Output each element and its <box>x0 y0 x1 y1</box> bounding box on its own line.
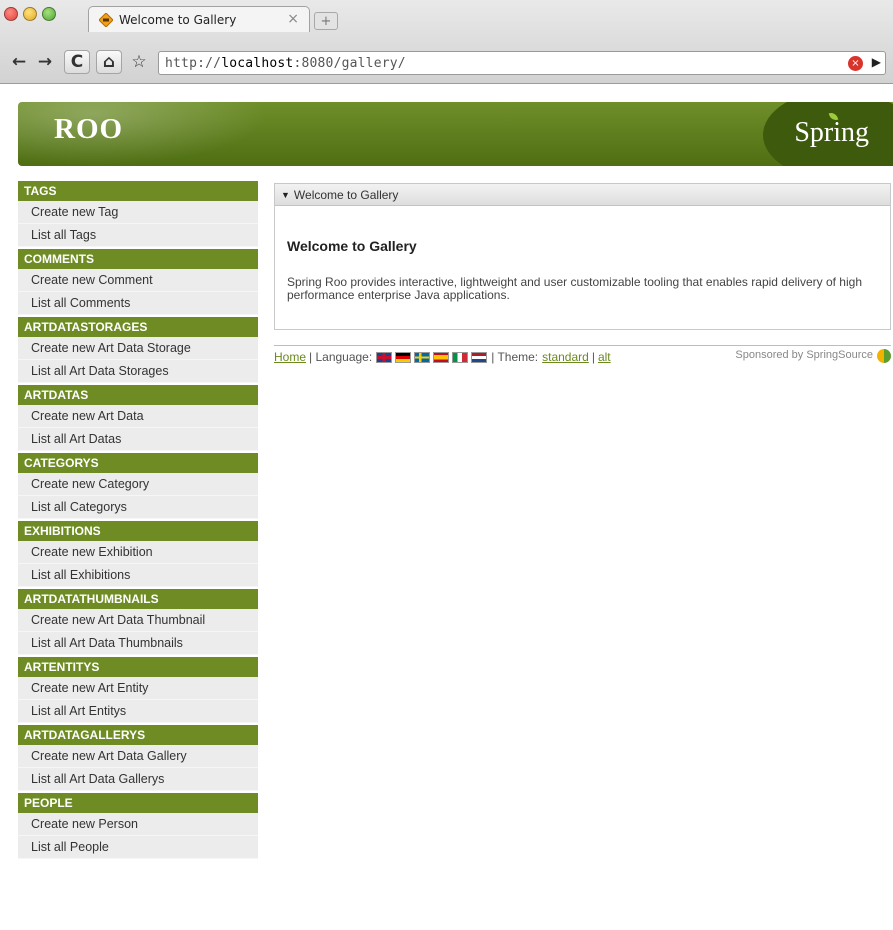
url-path: :8080/gallery/ <box>293 55 406 71</box>
flag-netherlands-icon[interactable] <box>471 351 488 363</box>
footer: Home | Language: | Theme: standard | alt… <box>274 348 891 366</box>
forward-icon[interactable]: → <box>32 50 58 74</box>
sidebar-item-list-all-categorys[interactable]: List all Categorys <box>18 496 258 519</box>
sidebar-item-list-all-art-data-storages[interactable]: List all Art Data Storages <box>18 360 258 383</box>
sidebar-menu: TAGS Create new Tag List all Tags COMMENTS C… <box>18 181 258 859</box>
sidebar-item-create-new-tag[interactable]: Create new Tag <box>18 201 258 224</box>
minimize-window-button[interactable] <box>23 7 37 21</box>
url-text: http://localhost:8080/gallery/ <box>165 56 406 71</box>
springsource-icon <box>877 349 891 363</box>
flag-germany-icon[interactable] <box>395 351 412 363</box>
go-arrow-icon[interactable]: ▶ <box>872 55 881 69</box>
sidebar-item-list-all-tags[interactable]: List all Tags <box>18 224 258 247</box>
address-bar[interactable]: http://localhost:8080/gallery/ × ▶ <box>158 51 886 75</box>
sidebar-item-create-new-category[interactable]: Create new Category <box>18 473 258 496</box>
flag-sweden-icon[interactable] <box>414 351 431 363</box>
site-banner: ROO Spring <box>18 102 893 166</box>
sidebar-section-people: PEOPLE <box>18 793 258 813</box>
browser-chrome: Welcome to Gallery × + ← → C ⌂ ☆ http://… <box>0 0 893 84</box>
sidebar-item-create-new-exhibition[interactable]: Create new Exhibition <box>18 541 258 564</box>
sidebar-item-create-new-art-data-gallery[interactable]: Create new Art Data Gallery <box>18 745 258 768</box>
sidebar-item-create-new-art-data-storage[interactable]: Create new Art Data Storage <box>18 337 258 360</box>
close-window-button[interactable] <box>4 7 18 21</box>
sidebar-item-list-all-comments[interactable]: List all Comments <box>18 292 258 315</box>
theme-label: | Theme: <box>491 350 539 364</box>
sidebar-item-create-new-art-data-thumbnail[interactable]: Create new Art Data Thumbnail <box>18 609 258 632</box>
new-tab-button[interactable]: + <box>314 12 338 30</box>
url-host: localhost <box>221 55 294 71</box>
zoom-window-button[interactable] <box>42 7 56 21</box>
spring-logo: Spring <box>794 117 869 148</box>
sponsor-text: Sponsored by SpringSource <box>735 349 873 361</box>
flag-uk-icon[interactable] <box>376 351 393 363</box>
sidebar-item-list-all-art-entitys[interactable]: List all Art Entitys <box>18 700 258 723</box>
sidebar-section-exhibitions: EXHIBITIONS <box>18 521 258 541</box>
theme-separator: | <box>591 350 595 364</box>
panel-header-label: Welcome to Gallery <box>293 187 399 202</box>
theme-alt-link[interactable]: alt <box>598 350 611 364</box>
sidebar-item-list-all-art-data-gallerys[interactable]: List all Art Data Gallerys <box>18 768 258 791</box>
sidebar-item-create-new-art-data[interactable]: Create new Art Data <box>18 405 258 428</box>
browser-window: Welcome to Gallery × + ← → C ⌂ ☆ http://… <box>0 0 893 930</box>
sidebar-item-list-all-art-datas[interactable]: List all Art Datas <box>18 428 258 451</box>
bookmark-star-icon[interactable]: ☆ <box>126 50 152 74</box>
sidebar-item-list-all-exhibitions[interactable]: List all Exhibitions <box>18 564 258 587</box>
window-controls <box>4 7 56 21</box>
browser-toolbar: ← → C ⌂ ☆ http://localhost:8080/gallery/… <box>0 44 893 80</box>
sidebar-section-comments: COMMENTS <box>18 249 258 269</box>
sidebar-item-list-all-art-data-thumbnails[interactable]: List all Art Data Thumbnails <box>18 632 258 655</box>
language-label: | Language: <box>309 350 373 364</box>
reload-icon[interactable]: C <box>64 50 90 74</box>
sidebar-section-artentitys: ARTENTITYS <box>18 657 258 677</box>
sidebar-section-categorys: CATEGORYS <box>18 453 258 473</box>
welcome-text: Spring Roo provides interactive, lightwe… <box>287 275 862 302</box>
theme-standard-link[interactable]: standard <box>542 350 589 364</box>
url-prefix: http:// <box>165 55 222 71</box>
tab-title: Welcome to Gallery <box>119 12 237 27</box>
sidebar-section-artdatathumbnails: ARTDATATHUMBNAILS <box>18 589 258 609</box>
sidebar-item-create-new-person[interactable]: Create new Person <box>18 813 258 836</box>
sidebar-section-tags: TAGS <box>18 181 258 201</box>
roo-favicon-icon <box>99 12 113 27</box>
sidebar-item-list-all-people[interactable]: List all People <box>18 836 258 859</box>
sidebar-item-create-new-art-entity[interactable]: Create new Art Entity <box>18 677 258 700</box>
sidebar-section-artdatas: ARTDATAS <box>18 385 258 405</box>
welcome-panel: ▼ Welcome to Gallery Welcome to Gallery … <box>274 183 891 330</box>
back-icon[interactable]: ← <box>6 50 32 74</box>
footer-divider <box>274 345 891 346</box>
roo-logo: ROO <box>54 113 124 145</box>
flag-spain-icon[interactable] <box>433 351 450 363</box>
home-icon[interactable]: ⌂ <box>96 50 122 74</box>
home-link[interactable]: Home <box>274 350 306 364</box>
sidebar-section-artdatagallerys: ARTDATAGALLERYS <box>18 725 258 745</box>
stop-icon[interactable]: × <box>848 56 863 71</box>
panel-header[interactable]: ▼ Welcome to Gallery <box>275 184 890 206</box>
tab-close-icon[interactable]: × <box>287 11 299 27</box>
sidebar-section-artdatastorages: ARTDATASTORAGES <box>18 317 258 337</box>
collapse-caret-icon[interactable]: ▼ <box>281 184 290 206</box>
page-title: Welcome to Gallery <box>287 238 417 254</box>
flag-italy-icon[interactable] <box>452 351 469 363</box>
sidebar-item-create-new-comment[interactable]: Create new Comment <box>18 269 258 292</box>
browser-tab[interactable]: Welcome to Gallery × <box>88 6 310 32</box>
